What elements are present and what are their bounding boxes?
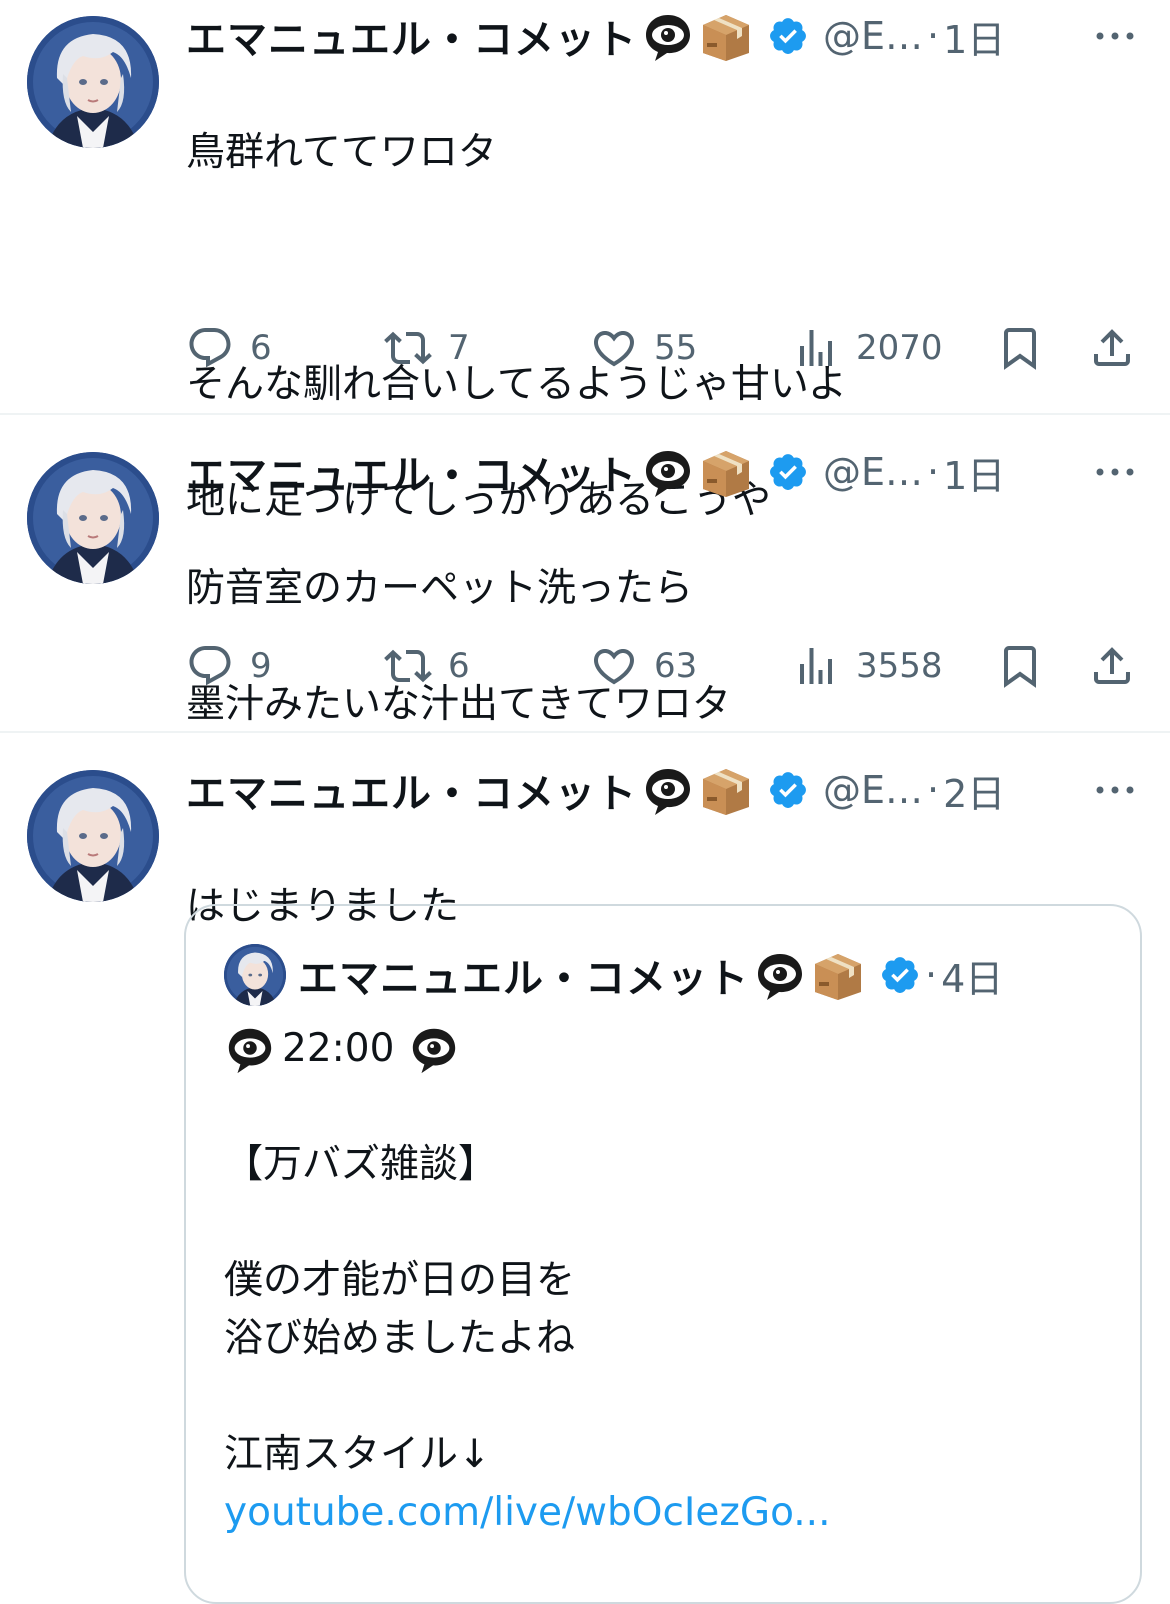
separator-dot: · bbox=[927, 450, 940, 494]
avatar[interactable] bbox=[27, 16, 159, 148]
quoted-text-line: 浴び始めましたよね bbox=[224, 1316, 576, 1361]
more-icon[interactable] bbox=[1090, 770, 1140, 810]
bookmark-icon bbox=[996, 642, 1044, 690]
timestamp[interactable]: 1日 bbox=[943, 445, 1005, 500]
like-count: 63 bbox=[654, 646, 698, 686]
quoted-text-line bbox=[224, 1368, 1104, 1426]
share-icon bbox=[1088, 642, 1136, 690]
verified-badge-icon[interactable] bbox=[767, 451, 809, 493]
tweet-actions: 6 7 55 2070 bbox=[186, 318, 1146, 378]
divider bbox=[0, 413, 1170, 415]
reply-icon bbox=[186, 642, 234, 690]
like-count: 55 bbox=[654, 328, 698, 368]
eye-in-speech-bubble-emoji bbox=[641, 445, 695, 499]
retweet-count: 7 bbox=[448, 328, 470, 368]
reply-count: 9 bbox=[250, 646, 272, 686]
quoted-timestamp: 4日 bbox=[941, 956, 1004, 1001]
display-name[interactable]: エマニュエル・コメット bbox=[186, 761, 637, 819]
tweet-actions: 9 6 63 3558 bbox=[186, 636, 1146, 696]
verified-badge-icon[interactable] bbox=[767, 15, 809, 57]
like-button[interactable]: 55 bbox=[590, 318, 697, 378]
avatar[interactable] bbox=[27, 770, 159, 902]
tweet[interactable]: エマニュエル・コメット @E… · 1日 防音室のカーペット洗ったら 墨汁みたい… bbox=[0, 436, 1170, 732]
tweet-header: エマニュエル・コメット @E… · 2日 bbox=[186, 754, 1005, 826]
package-emoji bbox=[699, 9, 753, 63]
share-button[interactable] bbox=[1088, 636, 1136, 696]
timestamp[interactable]: 1日 bbox=[943, 9, 1005, 64]
quoted-time-line: 22:00 bbox=[224, 1020, 1104, 1078]
tweet-header: エマニュエル・コメット @E… · 1日 bbox=[186, 436, 1005, 508]
divider bbox=[0, 731, 1170, 733]
package-emoji bbox=[699, 445, 753, 499]
reply-icon bbox=[186, 324, 234, 372]
separator-dot: · bbox=[927, 14, 940, 58]
tweet-text-line bbox=[186, 240, 847, 298]
quoted-tweet-card[interactable]: エマニュエル・コメット · 4日 22:00 【万バズ雑談】 僕の才能が日の目を… bbox=[184, 904, 1142, 1604]
tweet[interactable]: エマニュエル・コメット @E… · 1日 鳥群れててワロタ そんな馴れ合いしてる… bbox=[0, 0, 1170, 523]
timestamp[interactable]: 2日 bbox=[943, 763, 1005, 818]
retweet-button[interactable]: 6 bbox=[384, 636, 470, 696]
retweet-icon bbox=[384, 324, 432, 372]
youtube-link[interactable]: youtube.com/live/wbOcIezGo... bbox=[224, 1484, 1104, 1542]
verified-badge-icon bbox=[879, 954, 921, 996]
bookmark-button[interactable] bbox=[996, 318, 1044, 378]
reply-button[interactable]: 9 bbox=[186, 636, 272, 696]
more-icon[interactable] bbox=[1090, 452, 1140, 492]
eye-in-speech-bubble-emoji bbox=[753, 948, 807, 1002]
bookmark-icon bbox=[996, 324, 1044, 372]
views-count: 2070 bbox=[856, 328, 943, 368]
quoted-text-line: 僕の才能が日の目を bbox=[224, 1258, 576, 1303]
views-count: 3558 bbox=[856, 646, 943, 686]
handle[interactable]: @E… bbox=[823, 14, 923, 58]
display-name[interactable]: エマニュエル・コメット bbox=[186, 7, 637, 65]
package-emoji bbox=[811, 948, 865, 1002]
retweet-count: 6 bbox=[448, 646, 470, 686]
eye-in-speech-bubble-emoji bbox=[641, 9, 695, 63]
tweet-text-line: 鳥群れててワロタ bbox=[186, 130, 497, 175]
separator-dot: · bbox=[925, 953, 938, 997]
quoted-text-line bbox=[224, 1194, 1104, 1252]
views-button[interactable]: 2070 bbox=[792, 318, 943, 378]
quoted-text-line bbox=[224, 1078, 1104, 1136]
quoted-display-name: エマニュエル・コメット bbox=[298, 956, 749, 1002]
handle[interactable]: @E… bbox=[823, 450, 923, 494]
tweet-text-line: 防音室のカーペット洗ったら bbox=[186, 566, 694, 611]
eye-in-speech-bubble-emoji bbox=[408, 1023, 460, 1075]
retweet-icon bbox=[384, 642, 432, 690]
eye-in-speech-bubble-emoji bbox=[641, 763, 695, 817]
separator-dot: · bbox=[927, 768, 940, 812]
views-button[interactable]: 3558 bbox=[792, 636, 943, 696]
quoted-text-line: 【万バズ雑談】 bbox=[224, 1142, 498, 1187]
share-icon bbox=[1088, 324, 1136, 372]
package-emoji bbox=[699, 763, 753, 817]
retweet-button[interactable]: 7 bbox=[384, 318, 470, 378]
bookmark-button[interactable] bbox=[996, 636, 1044, 696]
like-icon bbox=[590, 642, 638, 690]
eye-in-speech-bubble-emoji bbox=[224, 1023, 276, 1075]
avatar[interactable] bbox=[27, 452, 159, 584]
tweet-header: エマニュエル・コメット @E… · 1日 bbox=[186, 0, 1005, 72]
quoted-tweet-header: エマニュエル・コメット · 4日 bbox=[298, 942, 1003, 1008]
like-button[interactable]: 63 bbox=[590, 636, 697, 696]
handle[interactable]: @E… bbox=[823, 768, 923, 812]
views-icon bbox=[792, 324, 840, 372]
quoted-tweet-text: 22:00 【万バズ雑談】 僕の才能が日の目を 浴び始めましたよね 江南スタイル… bbox=[224, 1020, 1104, 1542]
like-icon bbox=[590, 324, 638, 372]
verified-badge-icon[interactable] bbox=[767, 769, 809, 811]
reply-button[interactable]: 6 bbox=[186, 318, 272, 378]
more-icon[interactable] bbox=[1090, 16, 1140, 56]
stream-time: 22:00 bbox=[282, 1026, 395, 1071]
views-icon bbox=[792, 642, 840, 690]
quoted-avatar bbox=[224, 944, 286, 1006]
reply-count: 6 bbox=[250, 328, 272, 368]
quoted-text-line: 江南スタイル↓ bbox=[224, 1432, 491, 1477]
display-name[interactable]: エマニュエル・コメット bbox=[186, 443, 637, 501]
share-button[interactable] bbox=[1088, 318, 1136, 378]
